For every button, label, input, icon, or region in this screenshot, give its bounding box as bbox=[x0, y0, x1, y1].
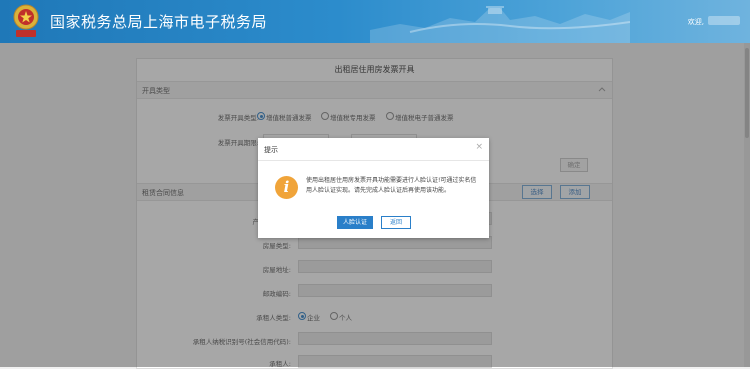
welcome-text: 欢迎, bbox=[687, 18, 704, 26]
info-icon: i bbox=[275, 176, 298, 199]
close-icon[interactable]: × bbox=[475, 142, 483, 152]
site-title: 国家税务总局上海市电子税务局 bbox=[50, 13, 268, 31]
back-button[interactable]: 返回 bbox=[381, 216, 411, 229]
great-wall-banner-image bbox=[370, 6, 630, 43]
dialog-header: 提示 × bbox=[258, 138, 489, 161]
tax-emblem-logo bbox=[10, 3, 42, 39]
dialog-message: 使用出租居住用房发票开具功能需要进行人脸认证!可通过实名信 用人脸认证实现。请先… bbox=[306, 176, 478, 196]
face-auth-dialog: 提示 × i 使用出租居住用房发票开具功能需要进行人脸认证!可通过实名信 用人脸… bbox=[258, 138, 489, 238]
site-header: 国家税务总局上海市电子税务局 欢迎, bbox=[0, 0, 750, 43]
dialog-message-line-1: 使用出租居住用房发票开具功能需要进行人脸认证!可通过实名信 bbox=[306, 177, 477, 184]
user-name-blurred[interactable] bbox=[708, 16, 740, 25]
dialog-message-line-2: 用人脸认证实现。请先完成人脸认证后再使用该功能。 bbox=[306, 187, 451, 194]
dialog-title: 提示 bbox=[264, 146, 278, 154]
face-auth-button[interactable]: 人脸认证 bbox=[337, 216, 373, 229]
